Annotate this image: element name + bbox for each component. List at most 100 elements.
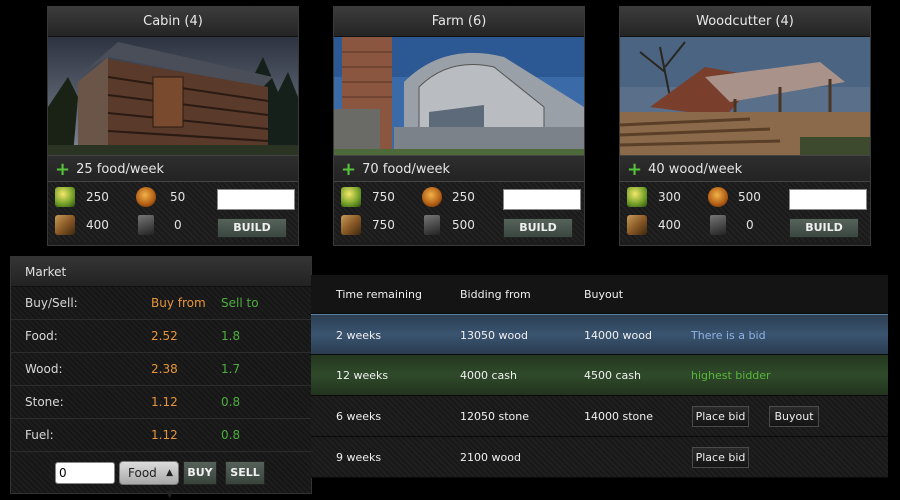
cost-stone: 400 xyxy=(658,218,681,232)
building-card-cabin: Cabin (4) +25 food/week 250 50 400 0 BUI… xyxy=(47,6,299,246)
build-button[interactable]: BUILD xyxy=(217,218,287,238)
buy-button[interactable]: BUY xyxy=(183,461,217,485)
sell-price: 0.8 xyxy=(221,428,241,442)
food-icon xyxy=(341,187,361,207)
header-time: Time remaining xyxy=(336,288,422,301)
build-button[interactable]: BUILD xyxy=(503,218,573,238)
cost-fuel: 0 xyxy=(174,218,182,232)
production-rate: +25 food/week xyxy=(48,155,298,182)
stone-icon xyxy=(341,215,361,235)
cost-wood: 250 xyxy=(452,190,475,204)
food-icon xyxy=(627,187,647,207)
time-remaining: 9 weeks xyxy=(336,451,382,464)
stone-icon xyxy=(55,215,75,235)
resource-label: Wood: xyxy=(25,362,63,376)
market-controls: 0 Food ▲ ▼ BUY SELL xyxy=(11,457,311,500)
buy-price: 2.38 xyxy=(151,362,178,376)
sell-price: 0.8 xyxy=(221,395,241,409)
production-rate: +40 wood/week xyxy=(620,155,870,182)
market-panel: Market Buy/Sell: Buy from Sell to Food: … xyxy=(10,256,312,500)
sell-price: 1.8 xyxy=(221,329,241,343)
woodcutter-image xyxy=(620,37,870,155)
building-title: Woodcutter (4) xyxy=(620,7,870,37)
stone-icon xyxy=(627,215,647,235)
build-button[interactable]: BUILD xyxy=(789,218,859,238)
buyout-button[interactable]: Buyout xyxy=(769,406,819,427)
wood-icon xyxy=(136,187,156,207)
market-header-row: Buy/Sell: Buy from Sell to xyxy=(11,287,311,320)
auction-header-row: Time remaining Bidding from Buyout xyxy=(311,275,888,314)
time-remaining: 6 weeks xyxy=(336,410,382,423)
fuel-icon xyxy=(138,215,154,235)
cost-food: 250 xyxy=(86,190,109,204)
plus-icon: + xyxy=(627,159,643,180)
cost-food: 750 xyxy=(372,190,395,204)
resource-select-value: Food xyxy=(128,466,157,480)
resource-label: Stone: xyxy=(25,395,64,409)
place-bid-button[interactable]: Place bid xyxy=(692,447,749,468)
wood-icon xyxy=(422,187,442,207)
time-remaining: 12 weeks xyxy=(336,369,389,382)
cost-stone: 750 xyxy=(372,218,395,232)
bidding-from: 12050 stone xyxy=(460,410,530,423)
sell-price: 1.7 xyxy=(221,362,241,376)
production-rate: +70 food/week xyxy=(334,155,584,182)
plus-icon: + xyxy=(341,159,357,180)
resource-select[interactable]: Food ▲ ▼ xyxy=(119,461,179,500)
build-quantity-input[interactable] xyxy=(789,189,867,210)
market-header-sell: Sell to xyxy=(221,296,259,310)
building-costs: 750 250 750 500 BUILD xyxy=(334,182,584,242)
cost-stone: 400 xyxy=(86,218,109,232)
food-icon xyxy=(55,187,75,207)
resource-label: Food: xyxy=(25,329,58,343)
buyout-price: 4500 cash xyxy=(584,369,641,382)
building-title: Farm (6) xyxy=(334,7,584,37)
trade-quantity-input[interactable]: 0 xyxy=(55,462,115,484)
farm-image xyxy=(334,37,584,155)
place-bid-button[interactable]: Place bid xyxy=(692,406,749,427)
auction-row: 9 weeks 2100 wood Place bid xyxy=(311,437,888,478)
fuel-icon xyxy=(424,215,440,235)
dropdown-arrow-icon: ▲ ▼ xyxy=(166,468,173,500)
bidding-from: 2100 wood xyxy=(460,451,521,464)
buy-price: 1.12 xyxy=(151,428,178,442)
cost-wood: 50 xyxy=(170,190,186,204)
plus-icon: + xyxy=(55,159,71,180)
buy-price: 2.52 xyxy=(151,329,178,343)
market-row-wood: Wood: 2.38 1.7 xyxy=(11,353,311,386)
cost-food: 300 xyxy=(658,190,681,204)
fuel-icon xyxy=(710,215,726,235)
header-bidding: Bidding from xyxy=(460,288,531,301)
auction-row: 2 weeks 13050 wood 14000 wood There is a… xyxy=(311,314,888,355)
building-costs: 250 50 400 0 BUILD xyxy=(48,182,298,242)
production-label: 70 food/week xyxy=(362,162,451,177)
auction-table: Time remaining Bidding from Buyout 2 wee… xyxy=(311,275,888,478)
header-buyout: Buyout xyxy=(584,288,624,301)
building-card-farm: Farm (6) +70 food/week 750 250 750 500 B… xyxy=(333,6,585,246)
bidding-from: 4000 cash xyxy=(460,369,517,382)
buyout-price: 14000 wood xyxy=(584,329,652,342)
market-row-fuel: Fuel: 1.12 0.8 xyxy=(11,419,311,452)
cost-fuel: 500 xyxy=(452,218,475,232)
buyout-price: 14000 stone xyxy=(584,410,654,423)
sell-button[interactable]: SELL xyxy=(225,461,265,485)
production-label: 40 wood/week xyxy=(648,162,743,177)
building-card-woodcutter: Woodcutter (4) +40 wood/week 300 500 400… xyxy=(619,6,871,246)
market-header-label: Buy/Sell: xyxy=(25,296,78,310)
building-title: Cabin (4) xyxy=(48,7,298,37)
auction-row: 12 weeks 4000 cash 4500 cash highest bid… xyxy=(311,355,888,396)
bid-status: highest bidder xyxy=(691,369,771,382)
market-row-food: Food: 2.52 1.8 xyxy=(11,320,311,353)
bidding-from: 13050 wood xyxy=(460,329,528,342)
auction-row: 6 weeks 12050 stone 14000 stone Place bi… xyxy=(311,396,888,437)
resource-label: Fuel: xyxy=(25,428,54,442)
building-costs: 300 500 400 0 BUILD xyxy=(620,182,870,242)
market-row-stone: Stone: 1.12 0.8 xyxy=(11,386,311,419)
market-title: Market xyxy=(11,257,311,287)
cost-fuel: 0 xyxy=(746,218,754,232)
build-quantity-input[interactable] xyxy=(217,189,295,210)
market-header-buy: Buy from xyxy=(151,296,206,310)
buy-price: 1.12 xyxy=(151,395,178,409)
production-label: 25 food/week xyxy=(76,162,165,177)
build-quantity-input[interactable] xyxy=(503,189,581,210)
